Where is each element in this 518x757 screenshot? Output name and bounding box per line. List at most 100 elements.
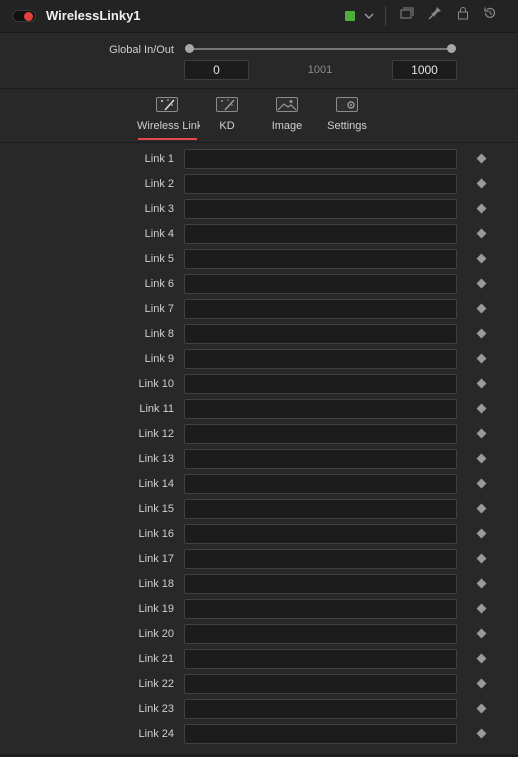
global-in-field[interactable]: 0 — [184, 60, 249, 80]
link-input[interactable] — [184, 599, 457, 619]
link-input[interactable] — [184, 349, 457, 369]
link-row: Link 12 — [0, 423, 518, 448]
tab-label: Image — [271, 120, 303, 132]
link-input[interactable] — [184, 424, 457, 444]
link-input[interactable] — [184, 249, 457, 269]
tab-image[interactable]: Image — [254, 93, 320, 141]
keyframe-diamond-icon[interactable] — [476, 503, 487, 514]
link-input[interactable] — [184, 699, 457, 719]
link-label: Link 16 — [138, 528, 174, 540]
tab-kd[interactable]: KD — [194, 93, 260, 141]
link-input[interactable] — [184, 499, 457, 519]
global-in-handle[interactable] — [185, 44, 194, 53]
link-input[interactable] — [184, 524, 457, 544]
link-input[interactable] — [184, 149, 457, 169]
link-label: Link 8 — [144, 328, 174, 340]
link-label: Link 7 — [144, 303, 174, 315]
keyframe-diamond-icon[interactable] — [476, 653, 487, 664]
link-input[interactable] — [184, 449, 457, 469]
link-label: Link 19 — [138, 603, 174, 615]
keyframe-diamond-icon[interactable] — [476, 228, 487, 239]
node-enable-toggle[interactable] — [12, 10, 36, 22]
link-label: Link 4 — [144, 228, 174, 240]
keyframe-diamond-icon[interactable] — [476, 203, 487, 214]
reset-icon[interactable] — [480, 6, 500, 26]
link-row: Link 20 — [0, 623, 518, 648]
global-out-handle[interactable] — [447, 44, 456, 53]
link-row: Link 1 — [0, 148, 518, 173]
keyframe-diamond-icon[interactable] — [476, 453, 487, 464]
link-label: Link 20 — [138, 628, 174, 640]
link-input[interactable] — [184, 724, 457, 744]
link-row: Link 13 — [0, 448, 518, 473]
link-input[interactable] — [184, 674, 457, 694]
link-row: Link 23 — [0, 698, 518, 723]
link-input[interactable] — [184, 624, 457, 644]
keyframe-diamond-icon[interactable] — [476, 578, 487, 589]
link-label: Link 22 — [138, 678, 174, 690]
link-row: Link 19 — [0, 598, 518, 623]
link-label: Link 10 — [138, 378, 174, 390]
keyframe-diamond-icon[interactable] — [476, 303, 487, 314]
link-label: Link 14 — [138, 478, 174, 490]
link-input[interactable] — [184, 324, 457, 344]
keyframe-diamond-icon[interactable] — [476, 403, 487, 414]
keyframe-diamond-icon[interactable] — [476, 528, 487, 539]
link-input[interactable] — [184, 474, 457, 494]
link-label: Link 2 — [144, 178, 174, 190]
link-input[interactable] — [184, 199, 457, 219]
settings-tab-icon — [336, 97, 358, 112]
link-row: Link 11 — [0, 398, 518, 423]
link-input[interactable] — [184, 549, 457, 569]
tab-wireless-link[interactable]: Wireless Link — [134, 93, 200, 141]
link-label: Link 24 — [138, 728, 174, 740]
global-inout-label: Global In/Out — [109, 44, 174, 56]
chevron-down-icon[interactable] — [359, 6, 379, 26]
keyframe-diamond-icon[interactable] — [476, 728, 487, 739]
link-row: Link 21 — [0, 648, 518, 673]
link-label: Link 15 — [138, 503, 174, 515]
keyframe-diamond-icon[interactable] — [476, 678, 487, 689]
link-input[interactable] — [184, 399, 457, 419]
link-row: Link 2 — [0, 173, 518, 198]
keyframe-diamond-icon[interactable] — [476, 478, 487, 489]
link-label: Link 21 — [138, 653, 174, 665]
link-input[interactable] — [184, 649, 457, 669]
keyframe-diamond-icon[interactable] — [476, 328, 487, 339]
keyframe-diamond-icon[interactable] — [476, 153, 487, 164]
link-label: Link 9 — [144, 353, 174, 365]
tab-label: KD — [219, 120, 235, 132]
keyframe-diamond-icon[interactable] — [476, 278, 487, 289]
global-out-field[interactable]: 1000 — [392, 60, 457, 80]
keyframe-diamond-icon[interactable] — [476, 628, 487, 639]
keyframe-diamond-icon[interactable] — [476, 553, 487, 564]
node-color-swatch[interactable] — [345, 11, 355, 21]
global-inout-range-slider[interactable] — [189, 48, 452, 50]
link-input[interactable] — [184, 574, 457, 594]
keyframe-diamond-icon[interactable] — [476, 378, 487, 389]
wand-tab-icon — [156, 97, 178, 112]
tab-label: Wireless Link — [137, 120, 200, 132]
link-row: Link 8 — [0, 323, 518, 348]
keyframe-diamond-icon[interactable] — [476, 703, 487, 714]
keyframe-diamond-icon[interactable] — [476, 603, 487, 614]
keyframe-diamond-icon[interactable] — [476, 253, 487, 264]
wand-tab-icon — [216, 97, 238, 112]
link-input[interactable] — [184, 224, 457, 244]
pin-icon[interactable] — [425, 6, 445, 26]
tab-settings[interactable]: Settings — [314, 93, 380, 141]
link-label: Link 23 — [138, 703, 174, 715]
link-input[interactable] — [184, 299, 457, 319]
keyframe-diamond-icon[interactable] — [476, 428, 487, 439]
keyframe-diamond-icon[interactable] — [476, 178, 487, 189]
link-input[interactable] — [184, 274, 457, 294]
keyframe-diamond-icon[interactable] — [476, 353, 487, 364]
link-input[interactable] — [184, 174, 457, 194]
link-row: Link 22 — [0, 673, 518, 698]
versions-icon[interactable] — [397, 6, 417, 26]
link-label: Link 12 — [138, 428, 174, 440]
link-row: Link 16 — [0, 523, 518, 548]
header-separator — [385, 6, 386, 26]
lock-icon[interactable] — [453, 6, 473, 26]
link-input[interactable] — [184, 374, 457, 394]
